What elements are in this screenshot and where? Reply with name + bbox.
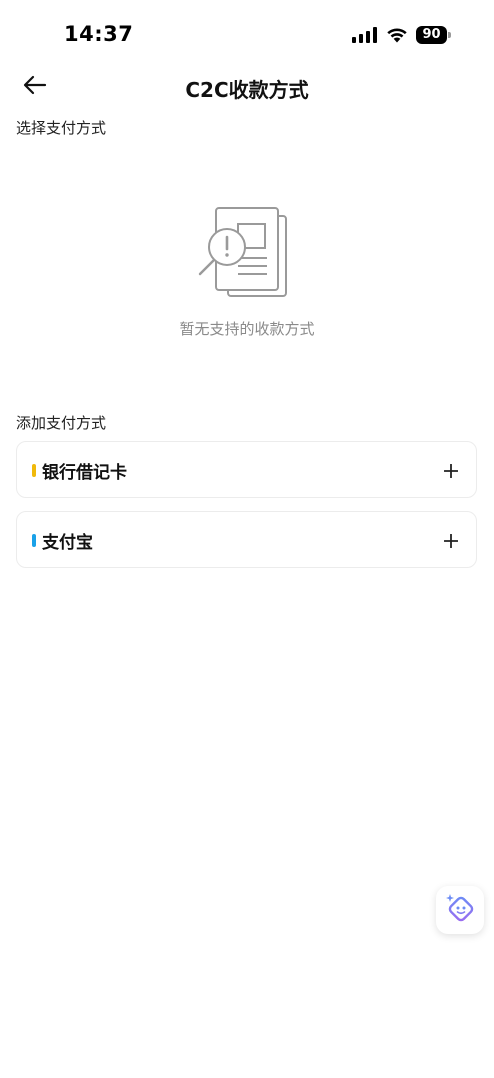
- page-title: C2C收款方式: [185, 78, 309, 102]
- top-nav-bar: C2C收款方式: [0, 62, 494, 112]
- document-search-icon: [194, 202, 294, 298]
- empty-state-text: 暂无支持的收款方式: [179, 320, 315, 338]
- cellular-signal-icon: [352, 27, 378, 43]
- status-indicators: 90: [352, 24, 452, 46]
- method-label-bank-debit-card: 银行借记卡: [42, 463, 127, 483]
- ai-assistant-icon: [443, 891, 477, 929]
- status-time: 14:37: [64, 22, 134, 46]
- c2c-payment-methods-screen: 14:37 90 C2C收款方式 选择支付方式 暂无支持的收款方式 添加支付方式…: [0, 0, 494, 1078]
- select-payment-section-label: 选择支付方式: [16, 119, 107, 137]
- method-label-alipay: 支付宝: [42, 533, 93, 553]
- bank-card-accent-marker: [32, 464, 36, 477]
- battery-level: 90: [416, 26, 447, 44]
- add-alipay-item[interactable]: 支付宝: [16, 511, 477, 568]
- wifi-icon: [386, 27, 408, 43]
- plus-icon[interactable]: [443, 463, 459, 479]
- empty-state: 暂无支持的收款方式: [0, 198, 494, 348]
- status-bar: 14:37 90: [0, 0, 494, 70]
- ai-assistant-button[interactable]: [436, 886, 484, 934]
- alipay-accent-marker: [32, 534, 36, 547]
- add-bank-debit-card-item[interactable]: 银行借记卡: [16, 441, 477, 498]
- add-payment-section-label: 添加支付方式: [16, 414, 107, 432]
- battery-icon: 90: [416, 26, 452, 44]
- plus-icon[interactable]: [443, 533, 459, 549]
